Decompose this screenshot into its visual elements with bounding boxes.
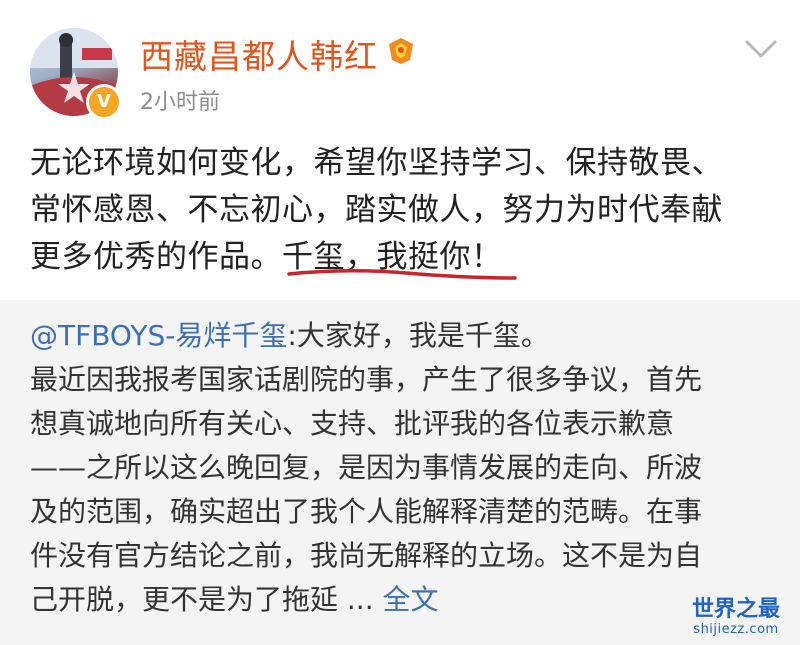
repost-truncated-text: 己开脱，更不是为了拖延 ...: [30, 583, 383, 616]
repost-card[interactable]: @TFBOYS-易烊千玺:大家好，我是千玺。 最近因我报考国家话剧院的事，产生了…: [0, 300, 800, 645]
post-time: 2小时前: [140, 90, 220, 115]
repost-last-line: 己开脱，更不是为了拖延 ... 全文: [30, 578, 790, 622]
repost-line: 件没有官方结论之前，我尚无解释的立场。这不是为自: [30, 539, 703, 572]
post-body: 无论环境如何变化，希望你坚持学习、保持敬畏、 常怀感恩、不忘初心，踏实做人，努力…: [30, 140, 790, 281]
mention-link[interactable]: @TFBOYS-易烊千玺: [30, 319, 287, 352]
repost-intro: :大家好，我是千玺。: [287, 319, 549, 352]
site-watermark: 世界之最 shijiezz.com: [680, 598, 792, 638]
repost-line: 想真诚地向所有关心、支持、批评我的各位表示歉意: [30, 407, 675, 440]
repost-first-line: @TFBOYS-易烊千玺:大家好，我是千玺。: [30, 314, 790, 358]
username[interactable]: 西藏昌都人韩红: [140, 30, 378, 78]
weibo-post: V 西藏昌都人韩红 2小时前 无论环境如何变化，希望你坚持学习、保持敬畏、 常怀…: [0, 0, 800, 300]
repost-line: ——之所以这么晚回复，是因为事情发展的走向、所波: [30, 451, 703, 484]
chevron-down-icon[interactable]: [744, 38, 778, 60]
repost-line: 最近因我报考国家话剧院的事，产生了很多争议，首先: [30, 363, 703, 396]
full-text-link[interactable]: 全文: [383, 583, 439, 616]
handdrawn-underline: [287, 268, 517, 280]
watermark-title: 世界之最: [691, 597, 780, 622]
watermark-url: shijiezz.com: [693, 622, 779, 637]
post-text-line: 无论环境如何变化，希望你坚持学习、保持敬畏、: [30, 145, 723, 181]
fan-level-badge-icon[interactable]: [386, 36, 416, 66]
repost-body: @TFBOYS-易烊千玺:大家好，我是千玺。 最近因我报考国家话剧院的事，产生了…: [30, 314, 790, 622]
repost-line: 及的范围，确实超出了我个人能解释清楚的范畴。在事: [30, 495, 703, 528]
verified-v-icon: V: [86, 84, 122, 120]
post-text-line: 常怀感恩、不忘初心，踏实做人，努力为时代奉献: [30, 192, 723, 228]
